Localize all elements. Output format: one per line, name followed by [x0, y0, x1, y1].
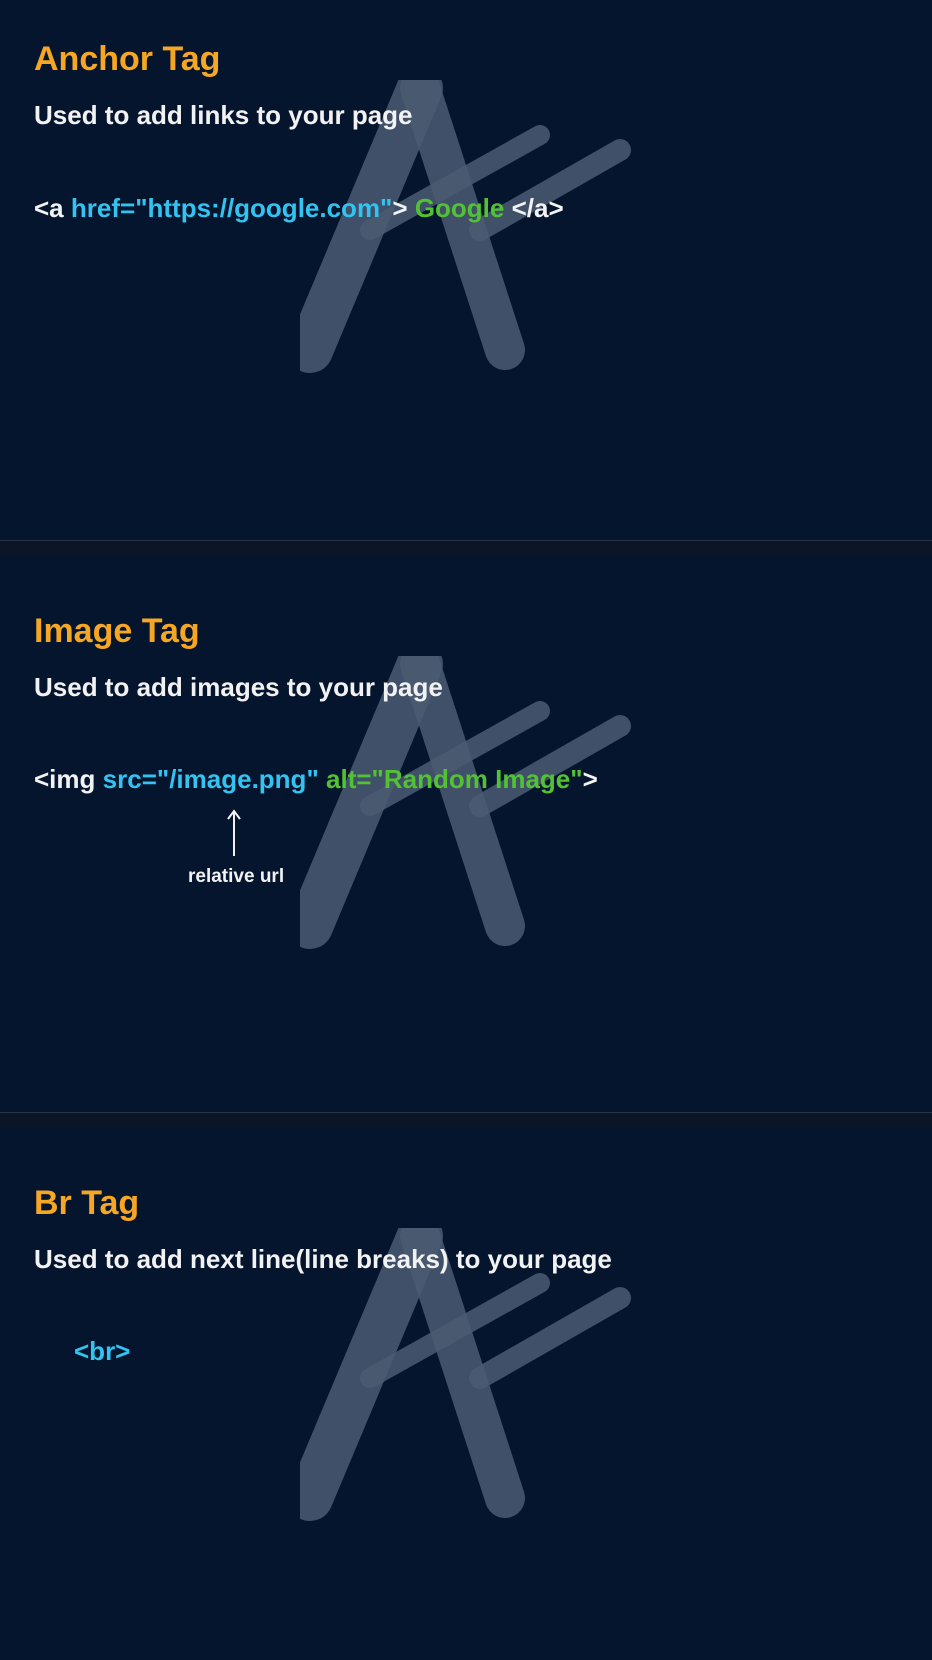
description: Used to add links to your page — [34, 100, 413, 130]
link-text: Google — [414, 193, 505, 223]
page-title: Anchor Tag — [34, 40, 221, 78]
image-tag-slide: Image Tag Used to add images to your pag… — [0, 556, 932, 1112]
description: Used to add next line(line breaks) to yo… — [34, 1244, 612, 1274]
tag-open: <img — [34, 764, 96, 794]
relative-url-annotation: relative url — [188, 866, 285, 887]
code-example: <img src="/image.png" alt="Random Image"… — [34, 764, 598, 795]
arrow-up-icon — [227, 809, 241, 856]
anchor-tag-slide: Anchor Tag Used to add links to your pag… — [0, 0, 932, 540]
alt-attribute-value: Random Image — [383, 764, 571, 794]
tag-close-bracket: > — [392, 193, 408, 223]
alt-attribute-name: alt=" — [326, 764, 384, 794]
href-attribute: href="https://google.com" — [70, 193, 393, 223]
tag-end: </a> — [511, 193, 564, 223]
code-example: <a href="https://google.com"> Google </a… — [34, 193, 564, 224]
description: Used to add images to your page — [34, 672, 443, 702]
code-example: <br> — [74, 1336, 131, 1366]
src-attribute: src="/image.png" — [102, 764, 319, 794]
slide-divider — [0, 1112, 932, 1129]
alt-attribute-quote: " — [570, 764, 583, 794]
page-title: Image Tag — [34, 612, 200, 650]
page-title: Br Tag — [34, 1184, 140, 1222]
tag-open: <a — [34, 193, 64, 223]
br-tag-slide: Br Tag Used to add next line(line breaks… — [0, 1128, 932, 1660]
slide-divider — [0, 540, 932, 557]
tag-close: > — [582, 764, 598, 794]
